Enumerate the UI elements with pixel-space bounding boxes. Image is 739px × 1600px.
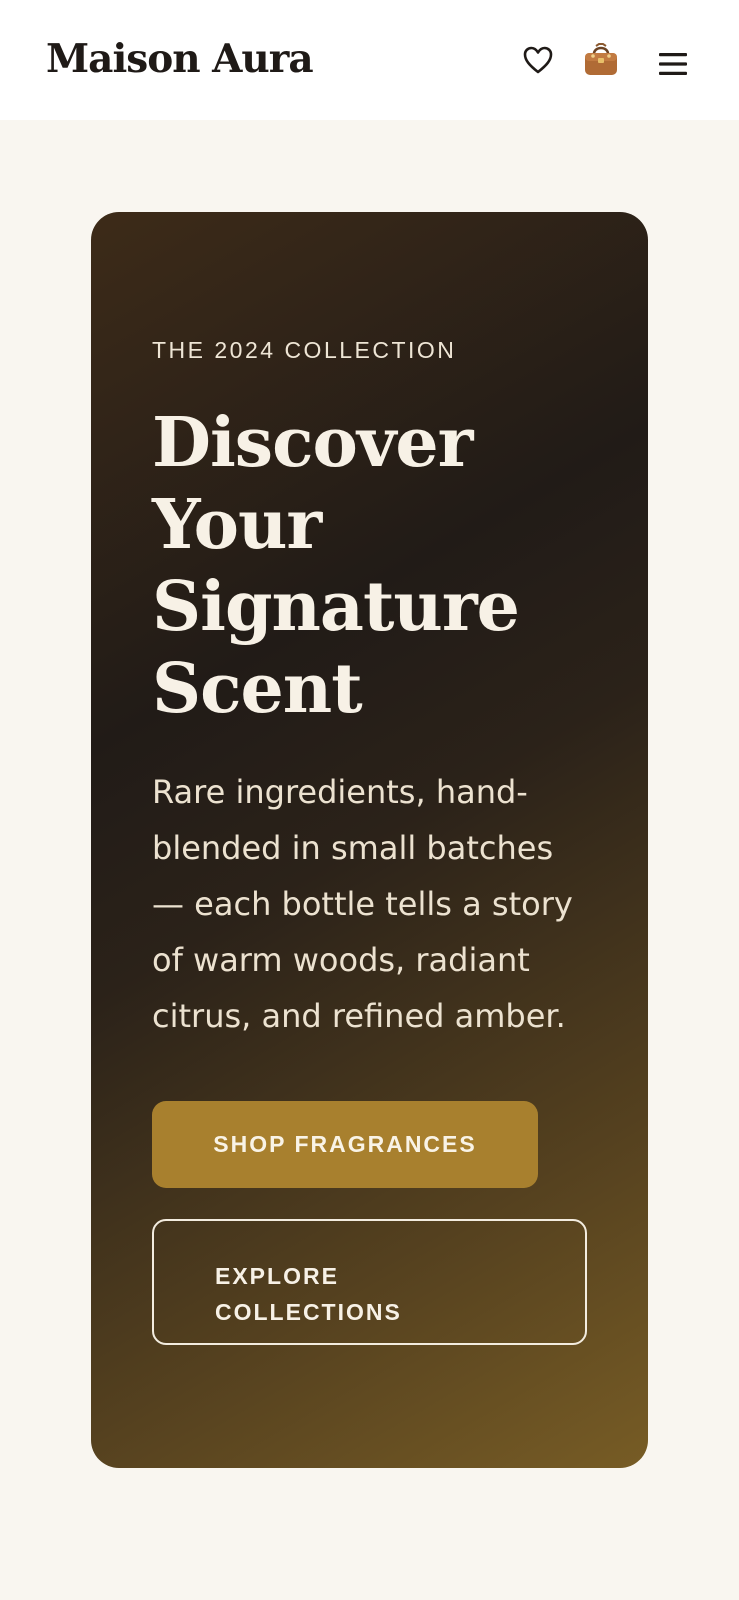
shopping-bag-button[interactable] [580,38,622,80]
hero-description: Rare ingredients, hand-blended in small … [152,773,573,1035]
explore-collections-label: EXPLORE COLLECTIONS [215,1263,402,1325]
hamburger-menu-icon [659,53,687,75]
explore-collections-button[interactable]: EXPLORE COLLECTIONS [152,1219,587,1345]
shopping-bag-icon [585,43,617,75]
shop-fragrances-button[interactable]: SHOP FRAGRANCES [152,1101,538,1188]
wishlist-button[interactable] [520,42,556,78]
headline-line: Signature [152,567,520,647]
headline-line: Your [152,485,322,565]
heart-icon [523,46,553,74]
site-header: Maison Aura [0,0,739,120]
menu-button[interactable] [655,46,691,82]
hero-headline: Discover Your Signature Scent [152,402,582,730]
brand-logo[interactable]: Maison Aura [46,36,314,82]
collection-eyebrow: THE 2024 COLLECTION [152,337,457,363]
hero-card: THE 2024 COLLECTION Discover Your Signat… [91,212,648,1468]
headline-line: Scent [152,649,363,729]
headline-line: Discover [152,403,473,483]
shop-fragrances-label: SHOP FRAGRANCES [213,1131,477,1157]
